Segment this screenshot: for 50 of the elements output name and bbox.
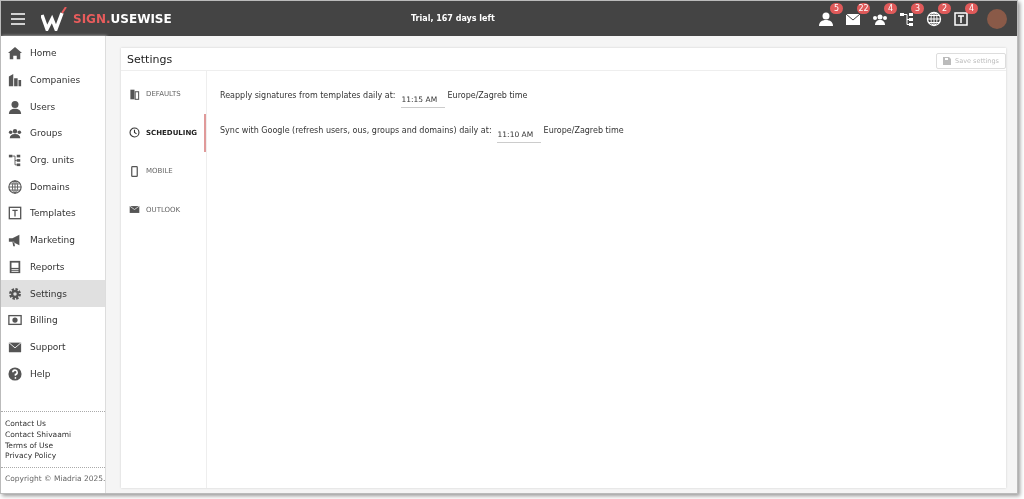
sidebar-item[interactable]: Org. units: [1, 146, 105, 174]
hierarchy-icon: [8, 153, 22, 168]
phone-icon: [129, 165, 140, 177]
timezone-label: Europe/Zagreb time: [447, 91, 528, 100]
buildings-icon: [8, 73, 22, 88]
sidebar-item[interactable]: Users: [1, 93, 105, 121]
notification-badge: 3: [911, 2, 924, 14]
sidebar-item[interactable]: Groups: [1, 120, 105, 147]
timezone-label: Europe/Zagreb time: [543, 126, 624, 135]
report-icon: [8, 259, 22, 274]
globe-icon[interactable]: [926, 10, 942, 27]
sidebar-item[interactable]: Marketing: [1, 226, 105, 254]
logo-icon: [41, 6, 69, 31]
trial-status: Trial, 167 days left: [411, 14, 496, 23]
floppy-icon: [943, 57, 952, 65]
notification-badge: 5: [830, 2, 843, 14]
mail-icon: [8, 339, 22, 354]
schedule-label: Sync with Google (refresh users, ous, groups and domains) daily at:: [220, 126, 492, 135]
logo-text: SIGN.USEWISE: [73, 11, 172, 26]
sidebar-item[interactable]: Reports: [1, 253, 105, 281]
group-icon: [8, 126, 22, 141]
sidebar-item[interactable]: Help: [1, 360, 105, 387]
sidebar-item[interactable]: Billing: [1, 306, 105, 334]
sidebar-item[interactable]: Home: [1, 40, 105, 67]
banknote-icon: [8, 313, 22, 328]
menu-icon[interactable]: [11, 12, 25, 25]
page-title: Settings: [127, 52, 173, 66]
hierarchy-icon[interactable]: [899, 10, 915, 27]
user-icon[interactable]: [818, 10, 834, 27]
mail-icon: [129, 204, 140, 216]
sidebar-item[interactable]: Templates: [1, 200, 105, 227]
phone-tablet-icon: [129, 88, 140, 100]
clock-icon: [129, 127, 140, 139]
notification-badge: 22: [857, 2, 870, 14]
gear-icon: [8, 286, 22, 301]
sidebar-item[interactable]: Domains: [1, 173, 105, 201]
help-icon: [8, 366, 22, 381]
sidebar-item[interactable]: Settings: [1, 280, 105, 307]
megaphone-icon: [8, 233, 22, 248]
notification-badge: 2: [938, 2, 951, 14]
sidebar-item[interactable]: Support: [1, 333, 105, 361]
template-icon: [8, 206, 22, 221]
user-icon: [8, 99, 22, 114]
notification-badge: 4: [884, 2, 897, 14]
schedule-label: Reapply signatures from templates daily at:: [220, 91, 396, 100]
globe-icon: [8, 179, 22, 194]
notification-badge: 4: [965, 2, 978, 14]
template-icon[interactable]: [953, 10, 969, 27]
home-icon: [8, 46, 22, 61]
sidebar-item[interactable]: Companies: [1, 66, 105, 94]
